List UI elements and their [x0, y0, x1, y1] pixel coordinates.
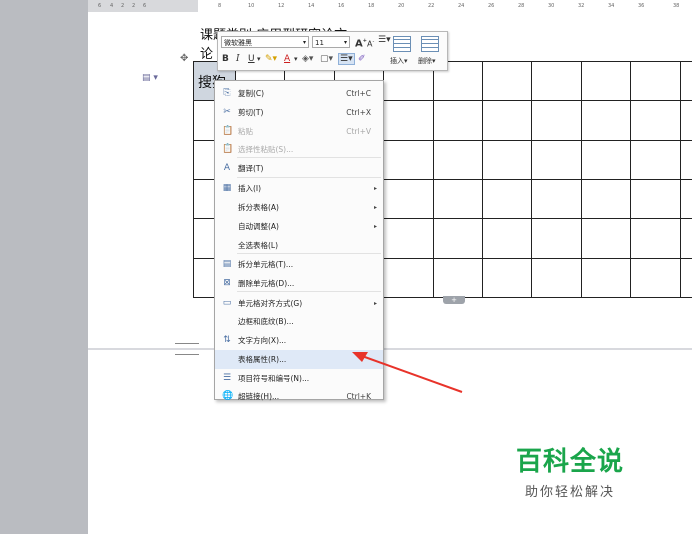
arrow-shaft	[361, 355, 463, 393]
watermark-subtitle: 助你轻松解决	[525, 485, 616, 500]
watermark-title: 百科全说	[516, 447, 625, 477]
